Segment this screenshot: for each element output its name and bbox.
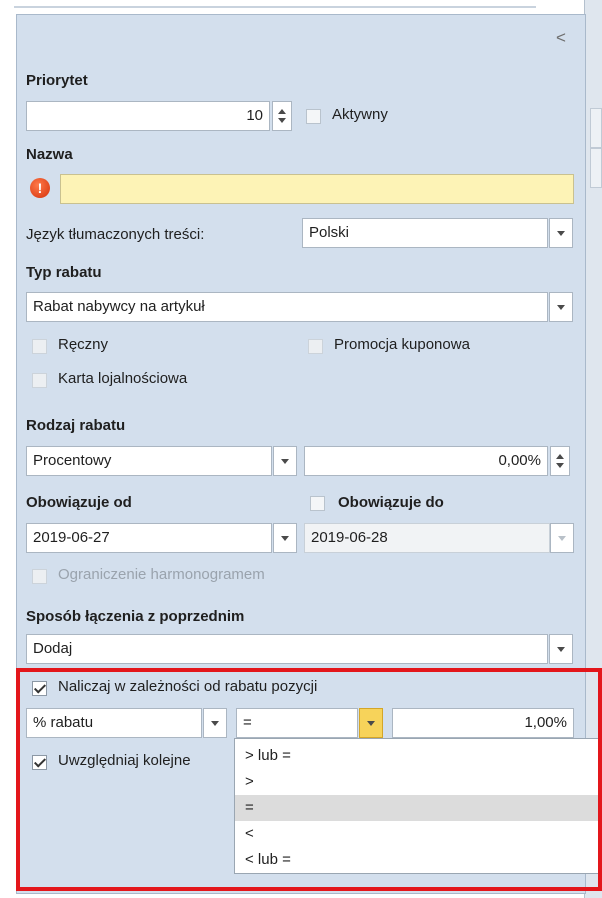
discount-percent-input[interactable]: 0,00% [304, 446, 548, 476]
active-label: Aktywny [332, 106, 388, 123]
combine-method-select[interactable]: Dodaj [26, 634, 548, 664]
priority-label: Priorytet [26, 72, 88, 89]
spin-down-icon [278, 118, 286, 123]
spin-up-icon [278, 109, 286, 114]
chevron-down-icon[interactable] [273, 446, 297, 476]
chevron-down-icon[interactable] [549, 634, 573, 664]
adjacent-panel-row [590, 148, 602, 188]
calendar-dropdown-icon[interactable] [273, 523, 297, 553]
spin-down-icon [556, 463, 564, 468]
spin-up-icon [556, 454, 564, 459]
adjacent-panel-header [590, 108, 602, 148]
loyalty-card-label: Karta lojalnościowa [58, 370, 188, 387]
discount-kind-select[interactable]: Procentowy [26, 446, 272, 476]
active-checkbox[interactable] [306, 109, 321, 124]
chevron-down-icon[interactable] [549, 218, 573, 248]
discount-percent-spinner[interactable] [550, 446, 570, 476]
valid-to-label: Obowiązuje do [338, 494, 444, 511]
discount-type-label: Typ rabatu [26, 264, 102, 281]
language-label: Język tłumaczonych treści: [26, 226, 205, 243]
name-input[interactable] [60, 174, 574, 204]
loyalty-card-checkbox[interactable] [32, 373, 47, 388]
valid-from-label: Obowiązuje od [26, 494, 132, 511]
calendar-dropdown-icon [550, 523, 574, 553]
schedule-limit-label: Ograniczenie harmonogramem [58, 566, 265, 583]
valid-to-checkbox[interactable] [310, 496, 325, 511]
exclamation-icon: ! [30, 178, 50, 198]
schedule-limit-checkbox [32, 569, 47, 584]
language-select[interactable]: Polski [302, 218, 548, 248]
manual-label: Ręczny [58, 336, 109, 353]
highlight-box [16, 668, 602, 891]
name-label: Nazwa [26, 146, 73, 163]
discount-type-select[interactable]: Rabat nabywcy na artykuł [26, 292, 548, 322]
coupon-promo-checkbox[interactable] [308, 339, 323, 354]
collapse-panel-button[interactable]: < [556, 28, 572, 48]
valid-to-date: 2019-06-28 [304, 523, 550, 553]
priority-input[interactable]: 10 [26, 101, 270, 131]
manual-checkbox[interactable] [32, 339, 47, 354]
discount-kind-label: Rodzaj rabatu [26, 417, 126, 434]
coupon-promo-label: Promocja kuponowa [334, 336, 470, 353]
priority-spinner[interactable] [272, 101, 292, 131]
valid-from-date[interactable]: 2019-06-27 [26, 523, 272, 553]
chevron-down-icon[interactable] [549, 292, 573, 322]
top-divider [14, 6, 536, 8]
combine-method-label: Sposób łączenia z poprzednim [26, 608, 245, 625]
